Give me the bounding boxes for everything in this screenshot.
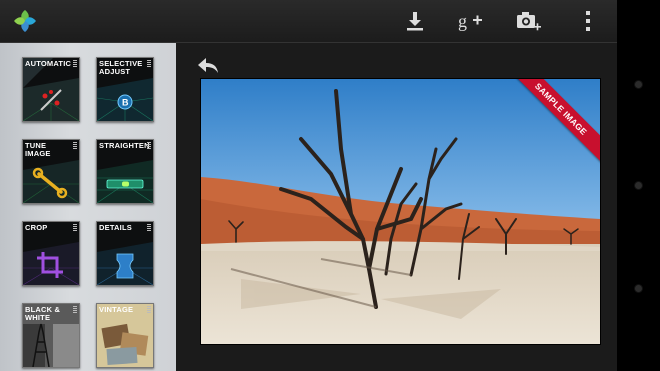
sample-photo[interactable]: SAMPLE IMAGE bbox=[201, 79, 600, 344]
tool-label: CROP bbox=[25, 223, 48, 232]
tool-label: DETAILS bbox=[99, 223, 132, 232]
tool-details[interactable]: DETAILS bbox=[96, 221, 154, 286]
tool-selective-adjust[interactable]: B SELECTIVE ADJUST bbox=[96, 57, 154, 122]
tool-straighten[interactable]: STRAIGHTEN bbox=[96, 139, 154, 204]
tool-label: SELECTIVE ADJUST bbox=[99, 59, 143, 76]
tool-automatic[interactable]: AUTOMATIC bbox=[22, 57, 80, 122]
snapseed-leaf-icon[interactable] bbox=[12, 8, 38, 34]
tool-crop[interactable]: CROP bbox=[22, 221, 80, 286]
nav-home-button[interactable] bbox=[635, 182, 642, 189]
svg-text:B: B bbox=[122, 98, 129, 108]
tool-tune-image[interactable]: TUNE IMAGE bbox=[22, 139, 80, 204]
grip-icon bbox=[73, 142, 77, 150]
camera-add-icon bbox=[517, 12, 541, 31]
action-bar: g bbox=[0, 0, 617, 43]
tool-label: AUTOMATIC bbox=[25, 59, 72, 68]
overflow-menu-button[interactable] bbox=[573, 7, 603, 35]
undo-icon[interactable] bbox=[195, 55, 221, 77]
nav-recents-button[interactable] bbox=[635, 285, 642, 292]
tool-vintage[interactable]: VINTAGE bbox=[96, 303, 154, 368]
tool-black-white[interactable]: BLACK & WHITE bbox=[22, 303, 80, 368]
download-icon bbox=[407, 12, 423, 31]
grip-icon bbox=[73, 306, 77, 314]
tool-label: BLACK & WHITE bbox=[25, 305, 61, 322]
svg-text:g: g bbox=[458, 11, 467, 31]
google-plus-icon: g bbox=[458, 11, 482, 31]
google-plus-button[interactable]: g bbox=[456, 7, 486, 35]
photo-image bbox=[201, 79, 600, 344]
camera-add-button[interactable] bbox=[514, 7, 544, 35]
tool-label: TUNE IMAGE bbox=[25, 141, 51, 158]
grip-icon bbox=[147, 224, 151, 232]
tool-label: VINTAGE bbox=[99, 305, 134, 314]
grip-icon bbox=[73, 60, 77, 68]
download-button[interactable] bbox=[400, 7, 430, 35]
overflow-menu-icon bbox=[586, 11, 590, 31]
grip-icon bbox=[147, 60, 151, 68]
system-nav-bar bbox=[617, 0, 660, 371]
grip-icon bbox=[73, 224, 77, 232]
nav-back-button[interactable] bbox=[635, 81, 642, 88]
tool-label: STRAIGHTEN bbox=[99, 141, 150, 150]
grip-icon bbox=[147, 306, 151, 314]
tools-panel: AUTOMATIC B SELECTIVE ADJUST TUNE IMAGE bbox=[0, 43, 176, 371]
grip-icon bbox=[147, 142, 151, 150]
